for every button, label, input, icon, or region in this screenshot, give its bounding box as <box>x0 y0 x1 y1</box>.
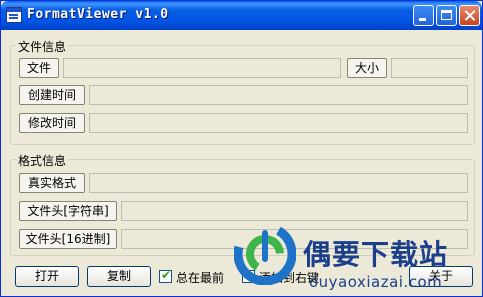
header-hex-button[interactable]: 文件头[16进制] <box>19 229 117 249</box>
file-info-title: 文件信息 <box>16 38 69 55</box>
file-path-field[interactable] <box>63 58 341 78</box>
close-button[interactable] <box>459 5 480 26</box>
file-button[interactable]: 文件 <box>19 58 59 78</box>
open-button[interactable]: 打开 <box>15 266 79 287</box>
title-bar[interactable]: FormatViewer v1.0 <box>1 1 482 30</box>
size-field[interactable] <box>391 58 468 78</box>
maximize-button[interactable] <box>436 5 457 26</box>
real-format-button[interactable]: 真实格式 <box>19 173 85 193</box>
checkmark-icon: ✔ <box>161 268 172 282</box>
header-string-button[interactable]: 文件头[字符串] <box>19 201 117 221</box>
created-time-button[interactable]: 创建时间 <box>19 85 85 105</box>
created-time-field[interactable] <box>89 85 468 105</box>
always-on-top-checkbox[interactable]: ✔ <box>159 268 172 283</box>
window-title: FormatViewer v1.0 <box>27 7 169 22</box>
app-window: FormatViewer v1.0 文件信息 文件 大小 创建时间 修改时间 格… <box>0 0 483 297</box>
watermark-text: 偶要下载站 <box>303 238 449 271</box>
real-format-field[interactable] <box>89 173 468 193</box>
format-info-title: 格式信息 <box>16 152 69 169</box>
watermark-logo-icon <box>234 223 296 285</box>
header-string-field[interactable] <box>121 201 468 221</box>
app-icon[interactable] <box>6 7 22 23</box>
copy-button[interactable]: 复制 <box>87 266 151 287</box>
watermark-url: ouyaoxiazai.com <box>309 273 443 291</box>
modified-time-button[interactable]: 修改时间 <box>19 113 85 133</box>
minimize-button[interactable] <box>413 5 434 26</box>
modified-time-field[interactable] <box>89 113 468 133</box>
size-button[interactable]: 大小 <box>347 58 387 78</box>
always-on-top-label[interactable]: 总在最前 <box>176 269 224 286</box>
